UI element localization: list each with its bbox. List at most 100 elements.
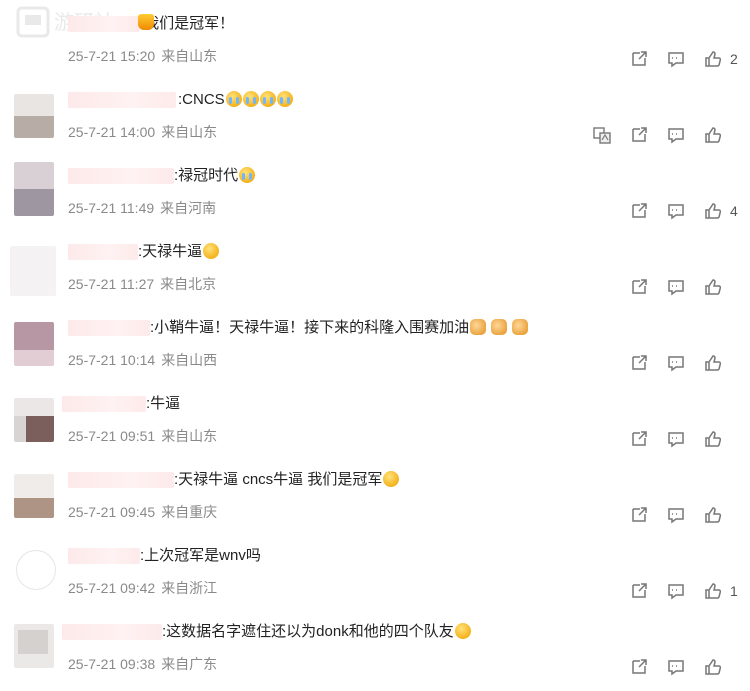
comment-actions: 4 xyxy=(613,200,738,222)
avatar[interactable] xyxy=(14,162,54,216)
thumbs-up-icon[interactable] xyxy=(702,656,724,678)
avatar[interactable] xyxy=(16,550,56,590)
comment-actions xyxy=(613,276,738,298)
username-blurred[interactable] xyxy=(62,396,146,412)
username-blurred[interactable] xyxy=(68,320,150,336)
comment-meta: 25-7-21 09:45 来自重庆 xyxy=(68,502,223,522)
comment-location: 来自广东 xyxy=(161,656,218,672)
comment-item: :天禄牛逼 25-7-21 11:27 来自北京 xyxy=(0,236,750,311)
thumbs-up-icon[interactable] xyxy=(702,200,724,222)
comment-text: :这数据名字遮住还以为donk和他的四个队友 xyxy=(162,622,471,642)
comment-item: :CNCS 25-7-21 14:00 来自山东 xyxy=(0,84,750,159)
comment-date: 25-7-21 09:38 xyxy=(68,656,156,672)
share-icon[interactable] xyxy=(628,200,650,222)
avatar[interactable] xyxy=(14,94,54,138)
comment-date: 25-7-21 09:51 xyxy=(68,428,156,444)
share-icon[interactable] xyxy=(628,352,650,374)
comment-meta: 25-7-21 15:20 来自山东 xyxy=(68,46,223,66)
comment-meta: 25-7-21 10:14 来自山西 xyxy=(68,350,223,370)
username-blurred[interactable] xyxy=(68,16,140,32)
comment-meta: 25-7-21 11:49 来自河南 xyxy=(68,198,222,218)
comment-icon[interactable] xyxy=(665,580,687,602)
comment-item: :天禄牛逼 cncs牛逼 我们是冠军 25-7-21 09:45 来自重庆 xyxy=(0,464,750,539)
party-emoji-icon xyxy=(383,471,400,487)
comment-actions xyxy=(613,428,738,450)
thumbs-up-icon[interactable] xyxy=(702,580,724,602)
share-icon[interactable] xyxy=(628,124,650,146)
share-icon[interactable] xyxy=(628,48,650,70)
avatar[interactable] xyxy=(14,398,54,442)
comment-item: :这数据名字遮住还以为donk和他的四个队友 25-7-21 09:38 来自广东 xyxy=(0,616,750,691)
comment-location: 来自山东 xyxy=(161,428,218,444)
crying-emoji-icon xyxy=(276,91,293,107)
comment-icon[interactable] xyxy=(665,428,687,450)
fist-emoji-icon xyxy=(470,319,487,335)
thumbs-up-icon[interactable] xyxy=(702,124,724,146)
avatar[interactable] xyxy=(14,474,54,518)
username-blurred[interactable] xyxy=(68,244,138,260)
comment-actions xyxy=(613,352,738,374)
comment-text: :天禄牛逼 xyxy=(138,242,220,262)
like-count: 4 xyxy=(730,203,738,219)
comment-meta: 25-7-21 14:00 来自山东 xyxy=(68,122,223,142)
crying-emoji-icon xyxy=(242,91,259,107)
username-blurred[interactable] xyxy=(68,92,176,108)
trophy-emoji-icon xyxy=(138,14,155,30)
username-blurred[interactable] xyxy=(68,548,140,564)
thumbs-up-icon[interactable] xyxy=(702,48,724,70)
like-count: 1 xyxy=(730,583,738,599)
comment-icon[interactable] xyxy=(665,124,687,146)
comment-date: 25-7-21 09:42 xyxy=(68,580,156,596)
comment-location: 来自山东 xyxy=(161,48,218,64)
comment-item: :牛逼 25-7-21 09:51 来自山东 xyxy=(0,388,750,463)
comment-location: 来自北京 xyxy=(160,276,217,292)
comment-icon[interactable] xyxy=(665,656,687,678)
comment-meta: 25-7-21 09:38 来自广东 xyxy=(68,654,223,674)
comment-actions xyxy=(613,656,738,678)
comment-text: :牛逼 xyxy=(146,395,181,412)
share-icon[interactable] xyxy=(628,276,650,298)
thumbs-up-icon[interactable] xyxy=(702,276,724,298)
sunglasses-emoji-icon xyxy=(203,243,220,259)
comment-item: :上次冠军是wnv吗 25-7-21 09:42 来自浙江 1 xyxy=(0,540,750,615)
thumbs-up-icon[interactable] xyxy=(702,504,724,526)
translate-icon[interactable] xyxy=(591,124,613,146)
comment-actions xyxy=(576,124,738,146)
share-icon[interactable] xyxy=(628,580,650,602)
comment-icon[interactable] xyxy=(665,352,687,374)
share-icon[interactable] xyxy=(628,504,650,526)
comment-actions xyxy=(613,504,738,526)
comment-icon[interactable] xyxy=(665,48,687,70)
comment-date: 25-7-21 10:14 xyxy=(68,352,156,368)
comment-location: 来自浙江 xyxy=(161,580,218,596)
comment-location: 来自山东 xyxy=(161,124,218,140)
username-blurred[interactable] xyxy=(68,472,174,488)
username-blurred[interactable] xyxy=(62,624,162,640)
crying-emoji-icon xyxy=(239,167,256,183)
comment-icon[interactable] xyxy=(665,504,687,526)
avatar[interactable] xyxy=(14,322,54,366)
comment-meta: 25-7-21 09:42 来自浙江 xyxy=(68,578,223,598)
comment-icon[interactable] xyxy=(665,200,687,222)
comment-item: :禄冠时代 25-7-21 11:49 来自河南 4 xyxy=(0,160,750,235)
comment-location: 来自重庆 xyxy=(161,504,218,520)
comment-text: :上次冠军是wnv吗 xyxy=(140,547,261,564)
share-icon[interactable] xyxy=(628,656,650,678)
username-blurred[interactable] xyxy=(68,168,174,184)
thumbs-up-icon[interactable] xyxy=(702,352,724,374)
awkward-smile-emoji-icon xyxy=(454,623,471,639)
avatar[interactable] xyxy=(10,246,56,296)
crying-emoji-icon xyxy=(259,91,276,107)
avatar[interactable] xyxy=(14,624,54,668)
thumbs-up-icon[interactable] xyxy=(702,428,724,450)
comment-icon[interactable] xyxy=(665,276,687,298)
crying-emoji-icon xyxy=(225,91,242,107)
comment-date: 25-7-21 15:20 xyxy=(68,48,156,64)
comment-date: 25-7-21 11:49 xyxy=(68,200,155,216)
fist-emoji-icon xyxy=(512,319,529,335)
share-icon[interactable] xyxy=(628,428,650,450)
fist-emoji-icon xyxy=(491,319,508,335)
comment-actions: 1 xyxy=(613,580,738,602)
comment-text: :天禄牛逼 cncs牛逼 我们是冠军 xyxy=(174,470,400,490)
comment-text: :CNCS xyxy=(178,90,293,110)
